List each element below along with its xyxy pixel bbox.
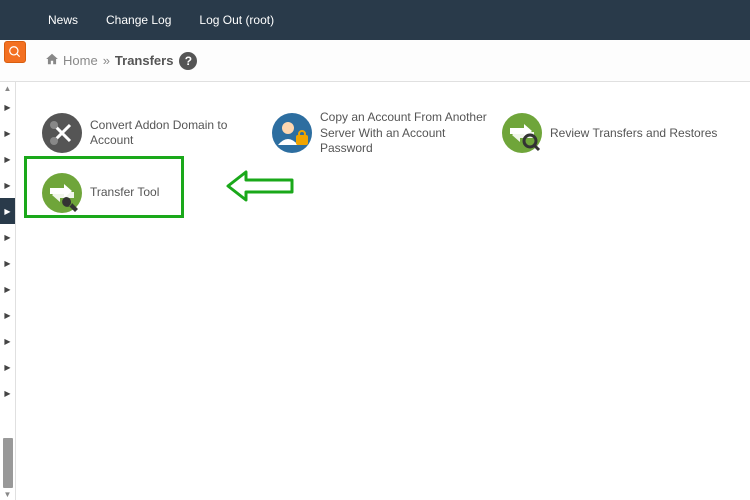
sidebar-item[interactable]: ▶ [0,146,15,172]
arrow-annotation [226,170,296,205]
tool-review-transfers[interactable]: Review Transfers and Restores [496,102,726,165]
sidebar-item[interactable]: ▶ [0,94,15,120]
nav-news[interactable]: News [48,13,78,27]
breadcrumb-home[interactable]: Home [63,53,98,68]
sidebar-item[interactable]: ▶ [0,328,15,354]
content-pane: Convert Addon Domain to Account Copy an … [16,82,750,500]
breadcrumb-sep: » [103,53,110,68]
sidebar-item[interactable]: ▶ [0,120,15,146]
breadcrumb-bar: Home » Transfers ? [0,40,750,82]
arrows-magnify-icon [502,113,542,153]
tool-label: Transfer Tool [90,185,159,201]
sidebar-item[interactable]: ▶ [0,276,15,302]
tool-label: Copy an Account From Another Server With… [320,110,490,157]
sidebar-item[interactable]: ▶ [0,224,15,250]
home-icon [45,52,59,69]
tool-copy-account[interactable]: Copy an Account From Another Server With… [266,102,496,165]
tool-label: Review Transfers and Restores [550,126,717,142]
sidebar-item-active[interactable]: ▶ [0,198,15,224]
top-nav: News Change Log Log Out (root) [0,0,750,40]
user-lock-icon [272,113,312,153]
arrows-wrench-icon [42,173,82,213]
sidebar-item[interactable]: ▶ [0,172,15,198]
help-icon[interactable]: ? [179,52,197,70]
tool-convert-addon[interactable]: Convert Addon Domain to Account [36,102,266,165]
scissors-icon [42,113,82,153]
search-button[interactable] [4,41,26,63]
sidebar-item[interactable]: ▶ [0,354,15,380]
sidebar-item[interactable]: ▶ [0,302,15,328]
search-icon [8,45,22,59]
tool-grid: Convert Addon Domain to Account Copy an … [36,102,730,221]
sidebar: ▲ ▶ ▶ ▶ ▶ ▶ ▶ ▶ ▶ ▶ ▶ ▶ ▶ ▼ [0,82,16,500]
sidebar-scrollbar-thumb[interactable] [3,438,13,488]
nav-logout[interactable]: Log Out (root) [199,13,274,27]
nav-changelog[interactable]: Change Log [106,13,171,27]
sidebar-item[interactable]: ▶ [0,380,15,406]
breadcrumb: Home » Transfers ? [45,52,197,70]
breadcrumb-current: Transfers [115,53,174,68]
sidebar-scroll-down[interactable]: ▼ [0,488,15,500]
sidebar-items: ▶ ▶ ▶ ▶ ▶ ▶ ▶ ▶ ▶ ▶ ▶ ▶ [0,94,15,438]
tool-label: Convert Addon Domain to Account [90,118,260,149]
sidebar-scroll-up[interactable]: ▲ [0,82,15,94]
sidebar-item[interactable]: ▶ [0,250,15,276]
